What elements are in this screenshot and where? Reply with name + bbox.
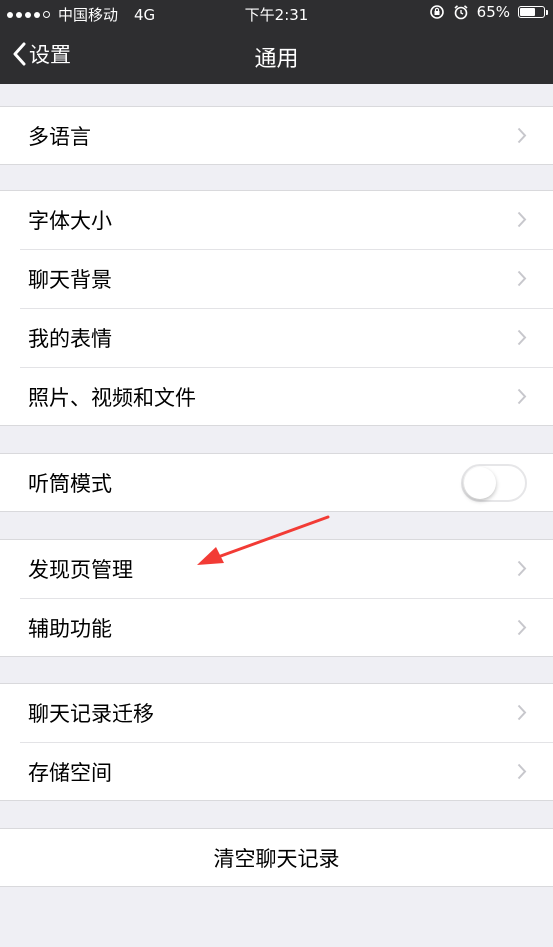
- status-right: 65%: [429, 3, 548, 21]
- setting-row-language[interactable]: 多语言: [0, 106, 553, 165]
- rotation-lock-icon: [429, 5, 444, 19]
- setting-label: 聊天记录迁移: [28, 701, 154, 726]
- earpiece-mode-toggle[interactable]: [461, 464, 527, 502]
- setting-row-my-stickers[interactable]: 我的表情: [0, 308, 553, 367]
- setting-row-chat-background[interactable]: 聊天背景: [0, 249, 553, 308]
- setting-label: 聊天背景: [28, 267, 112, 292]
- chevron-right-icon: [517, 211, 527, 228]
- setting-label: 字体大小: [28, 208, 112, 233]
- setting-label: 发现页管理: [28, 557, 133, 582]
- alarm-icon: [454, 5, 468, 20]
- chevron-right-icon: [517, 270, 527, 287]
- chevron-right-icon: [517, 388, 527, 405]
- chevron-right-icon: [517, 619, 527, 636]
- chevron-right-icon: [517, 560, 527, 577]
- page-title: 通用: [254, 47, 299, 72]
- setting-label: 听筒模式: [28, 471, 112, 496]
- chevron-right-icon: [517, 704, 527, 721]
- setting-row-accessibility[interactable]: 辅助功能: [0, 598, 553, 657]
- clear-chat-history-button[interactable]: 清空聊天记录: [0, 828, 553, 887]
- setting-row-photos-videos-files[interactable]: 照片、视频和文件: [0, 367, 553, 426]
- setting-row-chat-migration[interactable]: 聊天记录迁移: [0, 683, 553, 742]
- navigation-bar: 设置 通用: [0, 26, 553, 84]
- settings-group-display: 字体大小 聊天背景 我的表情 照片、视频和文件: [0, 190, 553, 426]
- setting-row-discover-management[interactable]: 发现页管理: [0, 539, 553, 598]
- chevron-right-icon: [517, 329, 527, 346]
- status-bar: 中国移动 4G 下午2:31 65%: [0, 0, 553, 26]
- settings-group-discover: 发现页管理 辅助功能: [0, 539, 553, 657]
- settings-group-storage: 聊天记录迁移 存储空间: [0, 683, 553, 801]
- settings-group-receiver: 听筒模式: [0, 453, 553, 512]
- settings-group-clear: 清空聊天记录: [0, 828, 553, 887]
- setting-label: 辅助功能: [28, 616, 112, 641]
- battery-icon: [518, 6, 548, 18]
- settings-group-language: 多语言: [0, 106, 553, 165]
- setting-label: 多语言: [28, 124, 91, 149]
- chevron-right-icon: [517, 763, 527, 780]
- setting-row-storage[interactable]: 存储空间: [0, 742, 553, 801]
- setting-label: 存储空间: [28, 760, 112, 785]
- setting-row-earpiece-mode: 听筒模式: [0, 453, 553, 512]
- setting-label: 照片、视频和文件: [28, 385, 196, 410]
- setting-row-font-size[interactable]: 字体大小: [0, 190, 553, 249]
- setting-label: 我的表情: [28, 326, 112, 351]
- toggle-knob: [464, 467, 496, 499]
- chevron-right-icon: [517, 127, 527, 144]
- clear-chat-history-label: 清空聊天记录: [213, 846, 340, 871]
- battery-percent: 65%: [476, 3, 510, 21]
